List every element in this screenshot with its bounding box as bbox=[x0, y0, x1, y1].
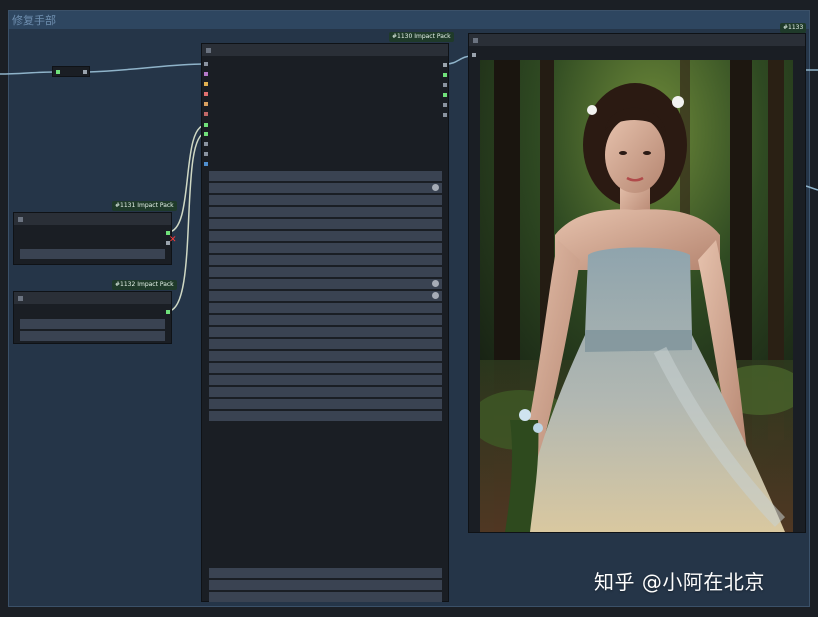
output-slot[interactable] bbox=[166, 310, 170, 314]
widget-field[interactable] bbox=[209, 387, 442, 397]
input-slot[interactable] bbox=[204, 142, 208, 146]
input-slot[interactable] bbox=[472, 53, 476, 57]
widget-toggle[interactable] bbox=[432, 280, 439, 287]
widget-field[interactable] bbox=[209, 291, 442, 301]
widget-field[interactable] bbox=[209, 195, 442, 205]
node-1132[interactable] bbox=[13, 291, 172, 344]
input-slot[interactable] bbox=[204, 123, 208, 127]
widget-field[interactable] bbox=[209, 219, 442, 229]
widget-field[interactable] bbox=[209, 339, 442, 349]
input-slot[interactable] bbox=[204, 162, 208, 166]
node-1133-header[interactable] bbox=[469, 34, 805, 46]
input-slot[interactable] bbox=[204, 102, 208, 106]
output-slot[interactable] bbox=[443, 63, 447, 67]
widget-field[interactable] bbox=[209, 243, 442, 253]
input-slot[interactable] bbox=[204, 92, 208, 96]
widget-field[interactable] bbox=[209, 327, 442, 337]
widget-field[interactable] bbox=[20, 331, 165, 341]
output-slot[interactable] bbox=[443, 93, 447, 97]
output-slot[interactable] bbox=[443, 113, 447, 117]
collapse-dot-icon[interactable] bbox=[473, 38, 478, 43]
widget-field[interactable] bbox=[20, 249, 165, 259]
reroute-input-slot[interactable] bbox=[56, 70, 60, 74]
link-input-to-reroute bbox=[0, 71, 56, 75]
widget-field[interactable] bbox=[209, 351, 442, 361]
output-slot[interactable] bbox=[443, 73, 447, 77]
link-reroute-to-1130 bbox=[87, 63, 205, 73]
widget-field[interactable] bbox=[209, 207, 442, 217]
widget-field[interactable] bbox=[209, 315, 442, 325]
node-1130-badge: #1130 Impact Pack bbox=[389, 32, 454, 42]
widget-field[interactable] bbox=[209, 183, 442, 193]
node-1131[interactable]: ✕ bbox=[13, 212, 177, 265]
node-1130-header[interactable] bbox=[202, 44, 448, 56]
widget-field[interactable] bbox=[209, 411, 442, 421]
reroute-output-slot[interactable] bbox=[83, 70, 87, 74]
input-slot[interactable] bbox=[204, 152, 208, 156]
widget-field[interactable] bbox=[209, 303, 442, 313]
widget-field[interactable] bbox=[20, 319, 165, 329]
reroute-node[interactable] bbox=[52, 66, 90, 77]
widget-field[interactable] bbox=[209, 171, 442, 181]
widget-field[interactable] bbox=[209, 231, 442, 241]
node-1131-header[interactable] bbox=[14, 213, 171, 225]
widget-toggle[interactable] bbox=[432, 292, 439, 299]
collapse-dot-icon[interactable] bbox=[18, 296, 23, 301]
error-x-icon[interactable]: ✕ bbox=[169, 236, 177, 245]
widget-toggle[interactable] bbox=[432, 184, 439, 191]
input-slot[interactable] bbox=[204, 112, 208, 116]
node-1132-badge: #1132 Impact Pack bbox=[112, 280, 177, 290]
input-slot[interactable] bbox=[204, 132, 208, 136]
widget-field[interactable] bbox=[209, 568, 442, 578]
node-1132-header[interactable] bbox=[14, 292, 171, 304]
collapse-dot-icon[interactable] bbox=[206, 48, 211, 53]
output-slot[interactable] bbox=[443, 103, 447, 107]
input-slot[interactable] bbox=[204, 62, 208, 66]
preview-image bbox=[480, 60, 793, 532]
widget-field[interactable] bbox=[209, 279, 442, 289]
link-out-right-mid bbox=[805, 185, 818, 191]
widget-field[interactable] bbox=[209, 399, 442, 409]
collapse-dot-icon[interactable] bbox=[18, 217, 23, 222]
input-slot[interactable] bbox=[204, 82, 208, 86]
widget-field[interactable] bbox=[209, 363, 442, 373]
node-1133-badge: #1133 bbox=[780, 23, 807, 33]
widget-field[interactable] bbox=[209, 267, 442, 277]
node-1130[interactable] bbox=[201, 43, 449, 602]
widget-field[interactable] bbox=[209, 375, 442, 385]
widget-field[interactable] bbox=[209, 592, 442, 602]
widget-field[interactable] bbox=[209, 255, 442, 265]
watermark-text: 知乎 @小阿在北京 bbox=[594, 570, 765, 594]
output-slot[interactable] bbox=[443, 83, 447, 87]
node-1131-badge: #1131 Impact Pack bbox=[112, 201, 177, 211]
input-slot[interactable] bbox=[204, 72, 208, 76]
widget-field[interactable] bbox=[209, 580, 442, 590]
